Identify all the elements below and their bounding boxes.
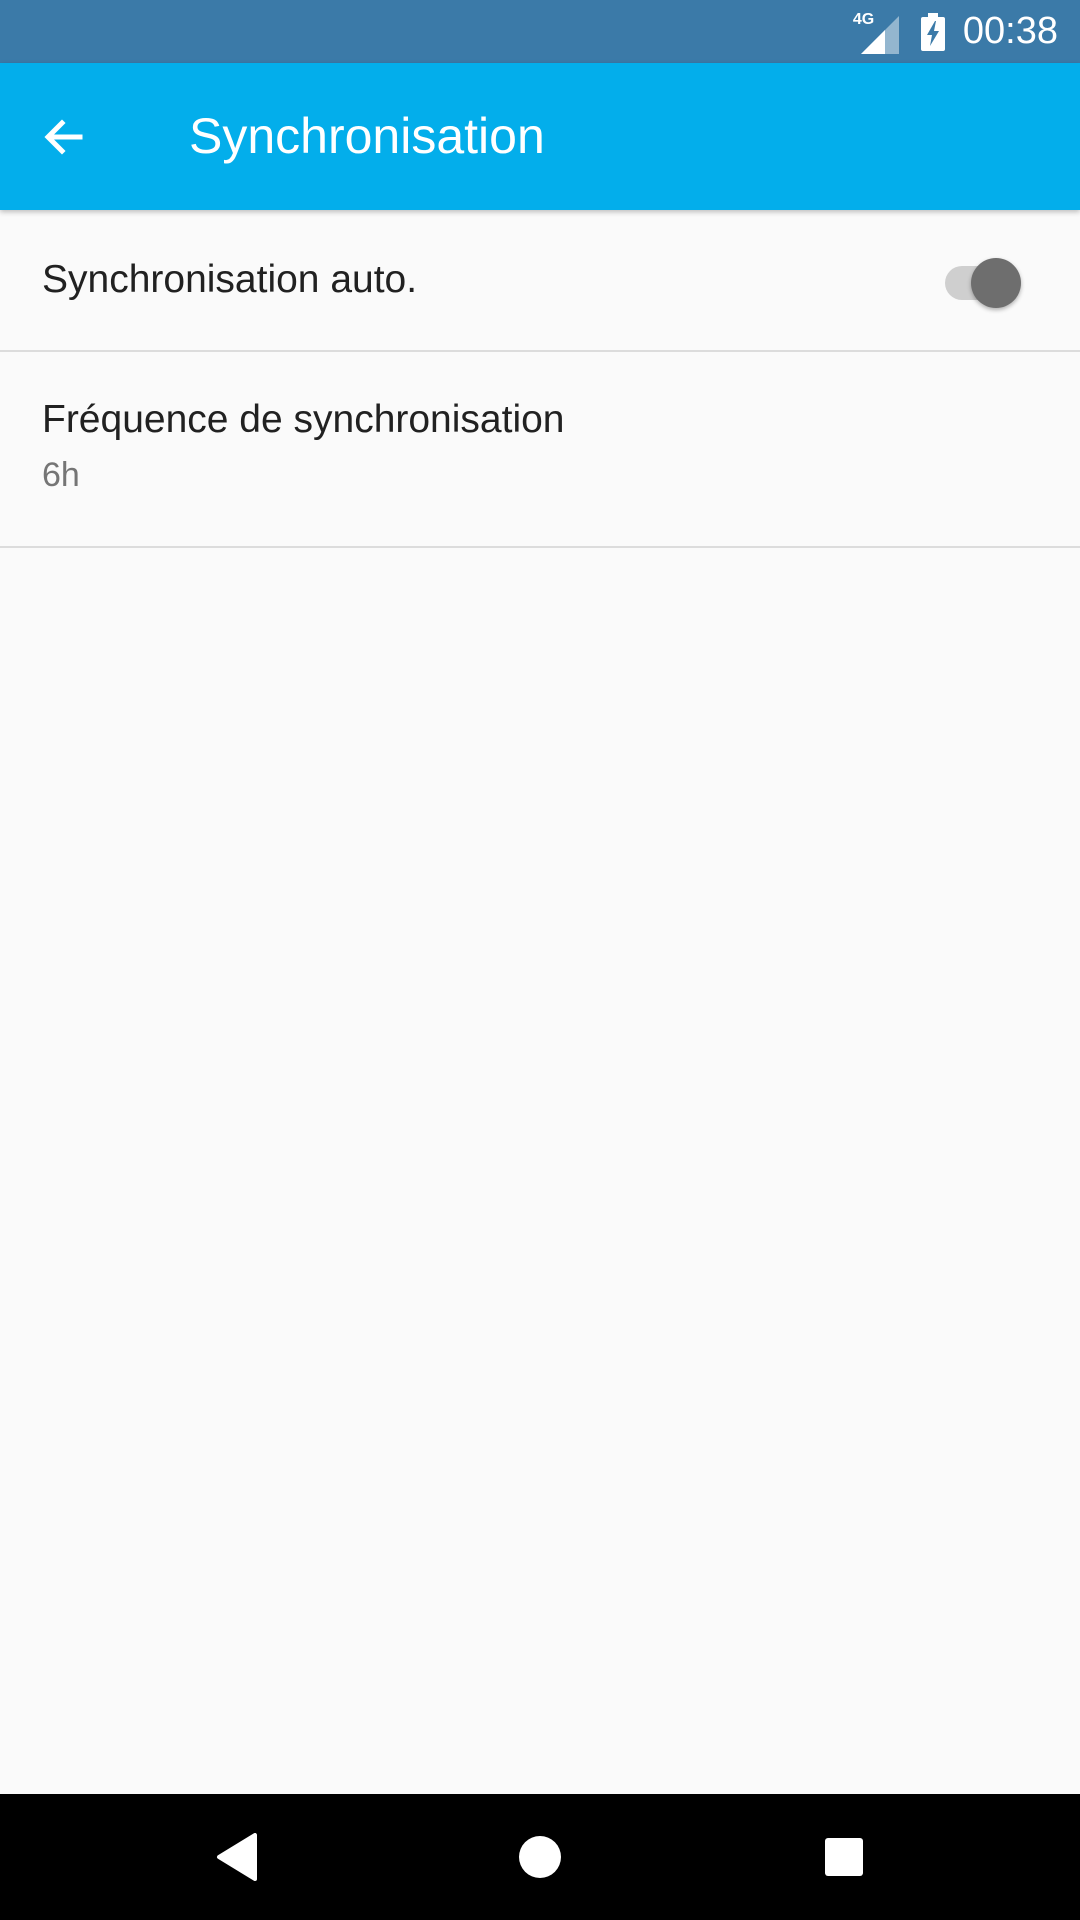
cellular-signal: 4G [853,10,899,54]
nav-recents-button[interactable] [811,1824,877,1890]
toggle-thumb [971,258,1021,308]
setting-auto-sync[interactable]: Synchronisation auto. [0,210,1080,352]
signal-strength-icon [860,15,899,54]
nav-home-button[interactable] [507,1824,573,1890]
setting-sync-frequency[interactable]: Fréquence de synchronisation 6h [0,352,1080,548]
app-bar: Synchronisation [0,63,1080,210]
back-button[interactable] [34,107,94,167]
sync-frequency-value: 6h [42,456,80,494]
auto-sync-title: Synchronisation auto. [42,258,418,301]
status-icons: 4G 00:38 [853,0,1058,63]
status-clock: 00:38 [962,10,1058,52]
battery-charging-icon [920,12,945,51]
settings-list: Synchronisation auto. Fréquence de synch… [0,210,1080,548]
navigation-bar [0,1794,1080,1920]
square-recents-icon [825,1838,863,1876]
sync-frequency-title: Fréquence de synchronisation [42,398,565,441]
page-title: Synchronisation [189,108,545,164]
circle-home-icon [519,1836,561,1878]
auto-sync-toggle[interactable] [943,256,1033,310]
triangle-back-icon [217,1833,257,1881]
nav-back-button[interactable] [204,1824,270,1890]
status-bar: 4G 00:38 [0,0,1080,63]
arrow-back-icon [44,119,83,155]
